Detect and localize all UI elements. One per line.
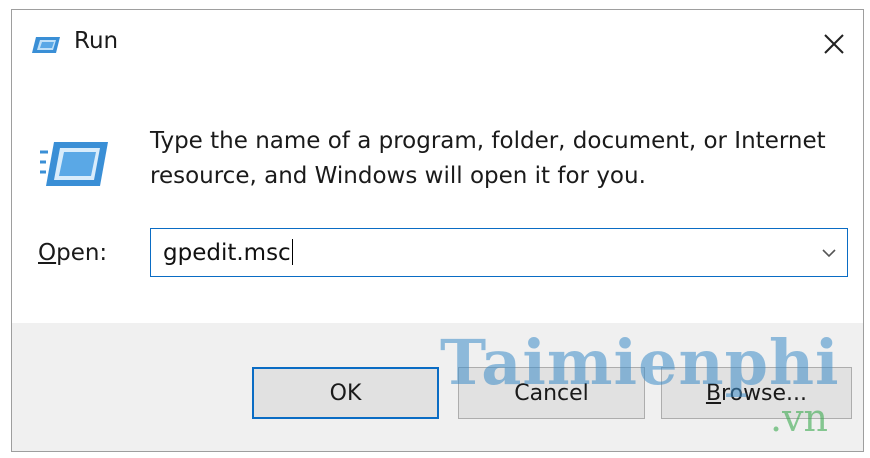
- cancel-button[interactable]: Cancel: [458, 367, 645, 419]
- open-label-text: pen:: [56, 240, 108, 266]
- close-button[interactable]: [805, 10, 863, 78]
- browse-button-label: rowse...: [721, 380, 808, 406]
- ok-button-label: OK: [329, 380, 362, 406]
- run-app-icon: [32, 37, 60, 53]
- dialog-body: Type the name of a program, folder, docu…: [12, 78, 863, 323]
- open-input-value: gpedit.msc: [163, 240, 291, 266]
- chevron-down-icon[interactable]: [819, 243, 839, 263]
- close-icon: [824, 34, 844, 54]
- open-label: Open:: [38, 240, 107, 266]
- open-label-accesskey: O: [38, 240, 57, 266]
- ok-button[interactable]: OK: [252, 367, 439, 419]
- button-bar: OK Cancel Browse...: [12, 323, 863, 451]
- open-combobox[interactable]: gpedit.msc: [150, 228, 848, 277]
- cancel-button-label: Cancel: [514, 380, 589, 406]
- open-input[interactable]: gpedit.msc: [163, 239, 293, 266]
- text-caret: [291, 239, 293, 265]
- title-bar[interactable]: Run: [12, 10, 863, 78]
- instruction-text: Type the name of a program, folder, docu…: [150, 128, 826, 189]
- run-app-icon: [40, 142, 108, 186]
- window-title: Run: [74, 28, 119, 54]
- browse-accesskey: B: [705, 380, 722, 406]
- browse-button[interactable]: Browse...: [661, 367, 852, 419]
- run-dialog: Run Type the name of a program, folder, …: [11, 9, 864, 452]
